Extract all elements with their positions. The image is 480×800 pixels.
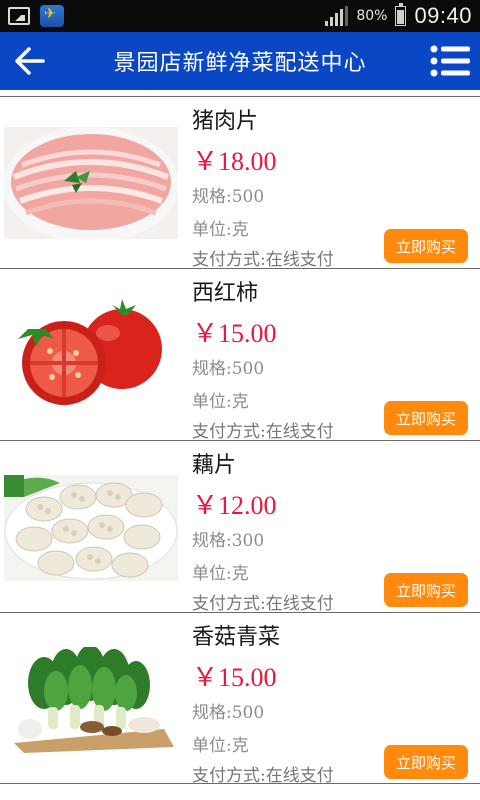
product-price: ￥18.00 [192, 147, 277, 176]
page-title: 景园店新鲜净菜配送中心 [113, 51, 367, 76]
product-name: 西红柿 [192, 281, 259, 306]
product-unit: 单位:克 [192, 392, 249, 412]
back-button[interactable] [0, 32, 60, 90]
product-spec: 规格:500 [192, 703, 265, 723]
lotus-root-image[interactable] [4, 475, 178, 581]
product-spec: 规格:500 [192, 187, 265, 207]
buy-now-button[interactable]: 立即购买 [384, 229, 468, 263]
payment-method: 支付方式:在线支付 [192, 594, 334, 614]
signal-icon [325, 6, 349, 26]
app-notification-icon [40, 5, 64, 27]
clock: 09:40 [414, 3, 472, 28]
product-price: ￥15.00 [192, 663, 277, 692]
list-menu-icon [430, 45, 470, 77]
sliced-pork-image[interactable] [4, 127, 178, 239]
product-item[interactable]: 猪肉片 ￥18.00 规格:500 单位:克 支付方式:在线支付 立即购买 [0, 96, 480, 270]
tomato-image[interactable] [4, 297, 178, 409]
product-spec: 规格:500 [192, 359, 265, 379]
payment-method: 支付方式:在线支付 [192, 250, 334, 270]
back-arrow-icon [15, 47, 45, 75]
product-item[interactable]: 西红柿 ￥15.00 规格:500 单位:克 支付方式:在线支付 立即购买 [0, 268, 480, 442]
product-unit: 单位:克 [192, 220, 249, 240]
menu-button[interactable] [420, 32, 480, 90]
product-price: ￥15.00 [192, 319, 277, 348]
mushroom-greens-image[interactable] [4, 647, 178, 753]
payment-method: 支付方式:在线支付 [192, 422, 334, 442]
product-name: 猪肉片 [192, 109, 259, 134]
product-name: 香菇青菜 [192, 625, 281, 650]
buy-now-button[interactable]: 立即购买 [384, 401, 468, 435]
product-price: ￥12.00 [192, 491, 277, 520]
buy-now-button[interactable]: 立即购买 [384, 745, 468, 779]
battery-icon [395, 3, 407, 26]
product-spec: 规格:300 [192, 531, 265, 551]
gallery-notification-icon [8, 7, 30, 25]
product-list: 猪肉片 ￥18.00 规格:500 单位:克 支付方式:在线支付 立即购买 西红… [0, 96, 480, 786]
buy-now-button[interactable]: 立即购买 [384, 573, 468, 607]
header-bar: 景园店新鲜净菜配送中心 [0, 32, 480, 90]
payment-method: 支付方式:在线支付 [192, 766, 334, 786]
product-unit: 单位:克 [192, 736, 249, 756]
battery-percent: 80% [356, 8, 388, 24]
product-name: 藕片 [192, 453, 237, 478]
product-item[interactable]: 香菇青菜 ￥15.00 规格:500 单位:克 支付方式:在线支付 立即购买 [0, 612, 480, 786]
product-unit: 单位:克 [192, 564, 249, 584]
status-bar: 80% 09:40 [0, 0, 480, 32]
product-item[interactable]: 藕片 ￥12.00 规格:300 单位:克 支付方式:在线支付 立即购买 [0, 440, 480, 614]
